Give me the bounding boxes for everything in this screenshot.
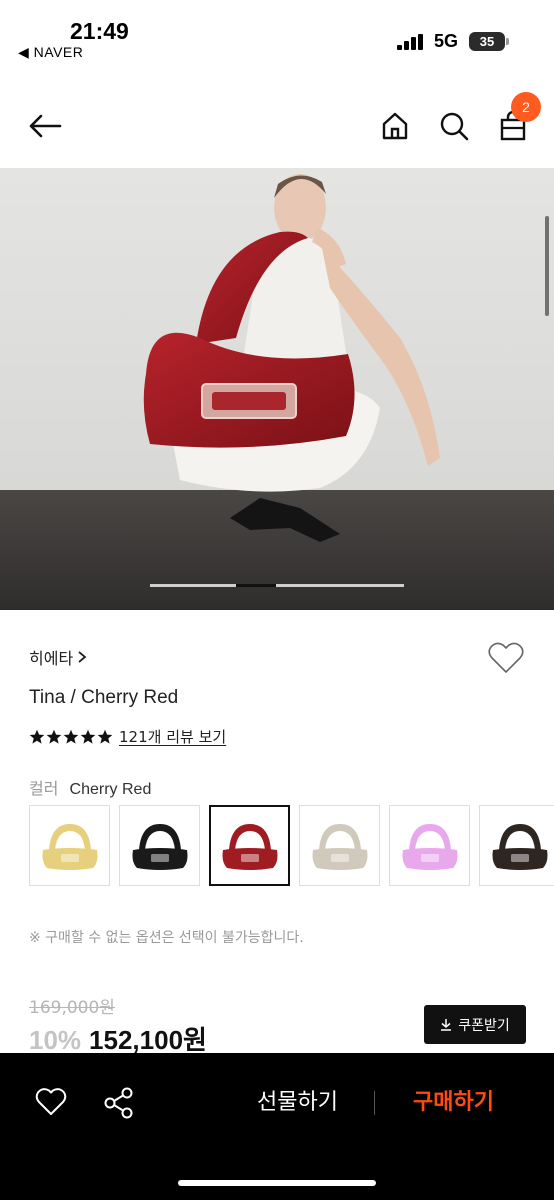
scrollbar-thumb[interactable] <box>545 216 549 316</box>
bag-thumbnail <box>312 823 367 870</box>
price-row: 10% 152,100원 <box>29 1020 207 1057</box>
star-icon <box>46 729 62 744</box>
bottom-divider <box>374 1091 375 1115</box>
bag-thumbnail <box>402 823 457 870</box>
color-swatch[interactable] <box>299 805 380 886</box>
share-button[interactable] <box>103 1086 135 1120</box>
brand-link[interactable]: 히에타 <box>29 645 87 669</box>
color-option-label: 컬러 Cherry Red <box>29 775 151 799</box>
discount-rate: 10% <box>29 1025 82 1055</box>
gift-button[interactable]: 선물하기 <box>240 1086 355 1120</box>
star-icon <box>29 729 45 744</box>
original-price: 169,000원 <box>29 998 115 1018</box>
slide-indicator-active <box>236 584 276 587</box>
coupon-label: 쿠폰받기 <box>458 1017 510 1034</box>
cart-count-badge: 2 <box>511 92 541 122</box>
back-button[interactable] <box>26 108 64 144</box>
star-icon <box>97 729 113 744</box>
bag-thumbnail <box>132 823 187 870</box>
bottom-wishlist-button[interactable] <box>34 1086 68 1118</box>
top-nav <box>0 90 554 162</box>
star-icon <box>80 729 96 744</box>
color-swatch[interactable] <box>389 805 470 886</box>
search-button[interactable] <box>437 108 471 144</box>
home-icon <box>382 112 408 140</box>
chevron-right-icon <box>78 651 87 663</box>
bag-thumbnail <box>492 823 547 870</box>
search-icon <box>440 112 469 141</box>
coupon-button[interactable]: 쿠폰받기 <box>424 1005 526 1044</box>
color-swatch[interactable] <box>209 805 290 886</box>
back-arrow-icon <box>29 114 62 138</box>
home-button[interactable] <box>378 108 412 144</box>
brand-name: 히에타 <box>29 649 74 668</box>
color-label: 컬러 <box>29 779 59 798</box>
status-time: 21:49 <box>70 18 129 44</box>
download-icon <box>441 1019 452 1031</box>
slide-indicator-track <box>150 584 404 587</box>
rating-row: 121개 리뷰 보기 <box>29 726 226 747</box>
bottom-action-bar <box>0 1053 554 1200</box>
option-notice: ※ 구매할 수 없는 옵션은 선택이 불가능합니다. <box>29 930 304 946</box>
color-swatch[interactable] <box>119 805 200 886</box>
sale-price: 152,100원 <box>89 1025 207 1055</box>
share-icon <box>104 1087 133 1119</box>
star-icon <box>63 729 79 744</box>
signal-icon <box>397 34 423 50</box>
home-indicator[interactable] <box>178 1180 376 1186</box>
review-link[interactable]: 121개 리뷰 보기 <box>119 726 226 747</box>
rating-stars <box>29 729 113 745</box>
network-type: 5G <box>434 31 459 51</box>
product-title: Tina / Cherry Red <box>29 687 179 708</box>
wishlist-button[interactable] <box>486 640 526 676</box>
buy-button[interactable]: 구매하기 <box>396 1086 511 1120</box>
back-to-app-link[interactable]: ◀ NAVER <box>18 44 83 61</box>
color-swatches <box>29 805 554 887</box>
status-bar: 21:49 ◀ NAVER 5G 35 <box>0 0 554 70</box>
battery-icon: 35 <box>469 32 505 51</box>
color-swatch[interactable] <box>479 805 554 886</box>
product-image[interactable] <box>0 168 554 610</box>
bag-thumbnail <box>222 823 277 870</box>
product-photo <box>0 168 554 610</box>
color-value: Cherry Red <box>69 781 152 798</box>
bag-thumbnail <box>42 823 97 870</box>
heart-icon <box>35 1088 67 1115</box>
color-swatch[interactable] <box>29 805 110 886</box>
heart-icon <box>488 642 524 673</box>
battery-tip <box>506 38 509 45</box>
